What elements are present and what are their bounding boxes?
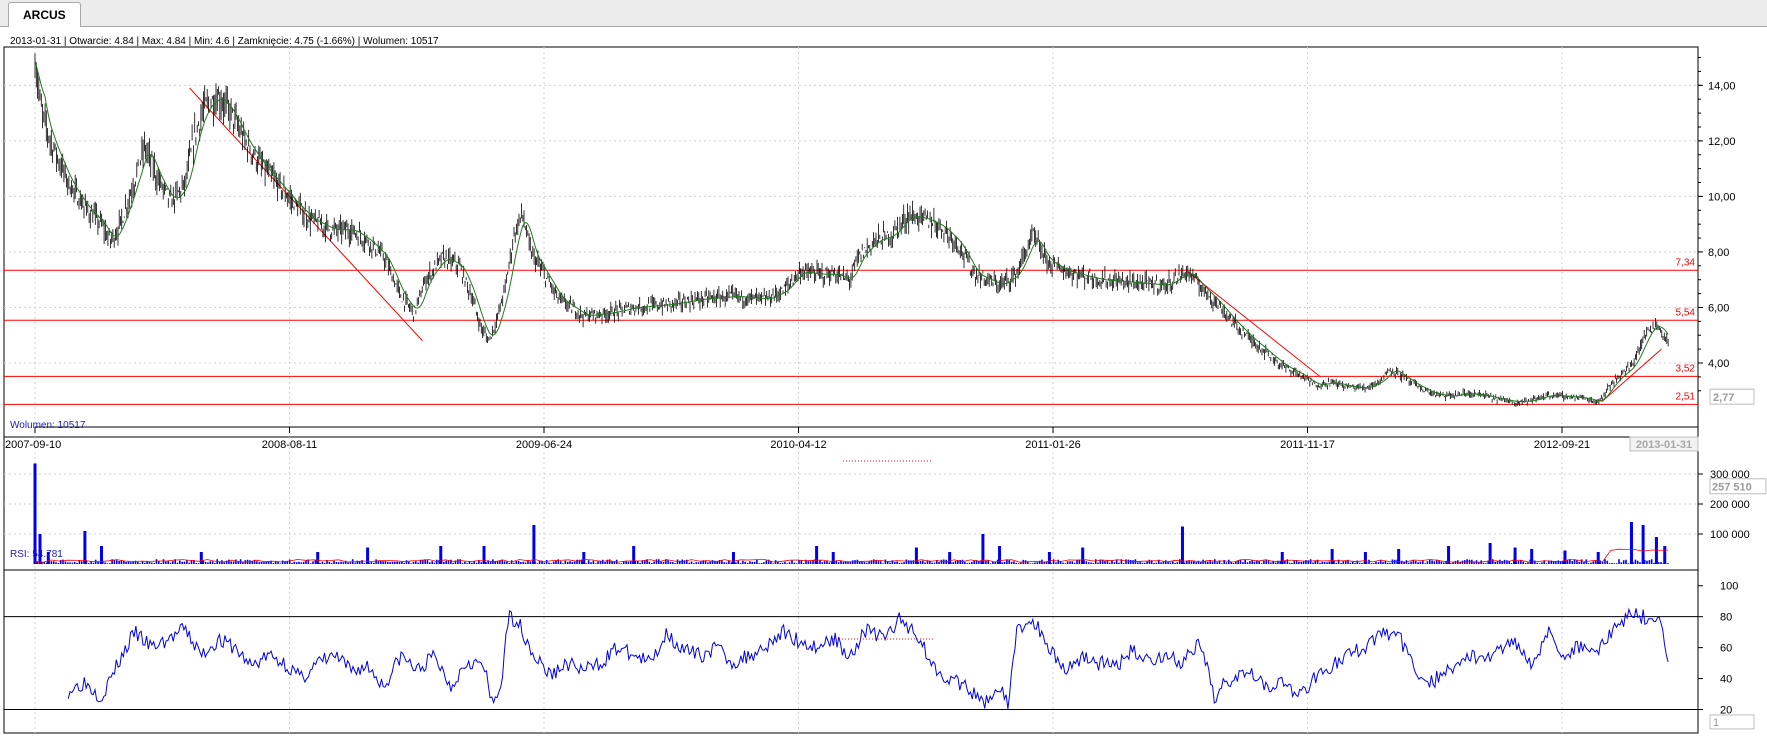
volume-spike bbox=[482, 546, 486, 564]
current-rsi-label: 1 bbox=[1713, 717, 1719, 729]
x-tick-label: 2011-01-26 bbox=[1025, 439, 1080, 451]
volume-spike bbox=[1563, 550, 1567, 564]
volume-spike bbox=[731, 552, 735, 564]
x-tick-label: 2011-11-17 bbox=[1280, 439, 1335, 451]
y-tick-label: 8,00 bbox=[1708, 247, 1729, 259]
stock-chart-svg[interactable]: 2007-09-10 2008-08-11 2009-06-24 2010-04-12… bbox=[0, 27, 1767, 737]
volume-spike bbox=[1363, 552, 1367, 564]
volume-spike bbox=[83, 531, 87, 564]
volume-tick-label: 200 000 bbox=[1710, 499, 1750, 511]
level-label: 5,54 bbox=[1676, 307, 1696, 318]
volume-spike bbox=[1180, 526, 1184, 564]
volume-spike bbox=[1663, 546, 1667, 564]
rsi-tick-label: 60 bbox=[1720, 643, 1732, 655]
rsi-tick-label: 100 bbox=[1720, 581, 1738, 593]
rsi-tick-label: 40 bbox=[1720, 674, 1732, 686]
rsi-info-label: RSI: 54.781 bbox=[10, 549, 63, 560]
volume-spike bbox=[815, 546, 819, 564]
tab-arcus[interactable]: ARCUS bbox=[8, 2, 81, 27]
level-label: 2,51 bbox=[1676, 391, 1696, 402]
y-tick-label: 14,00 bbox=[1708, 80, 1736, 92]
volume-spike bbox=[1513, 547, 1517, 564]
volume-spike bbox=[199, 552, 203, 564]
level-label: 3,52 bbox=[1676, 363, 1696, 374]
volume-spike bbox=[1047, 552, 1051, 564]
x-tick-label: 2008-08-11 bbox=[262, 439, 317, 451]
y-tick-label: 12,00 bbox=[1708, 136, 1736, 148]
y-tick-label: 6,00 bbox=[1708, 302, 1729, 314]
volume-spike bbox=[532, 525, 536, 564]
volume-spike bbox=[1081, 547, 1085, 564]
x-tick-label: 2007-09-10 bbox=[5, 439, 61, 451]
x-tick-label: 2012-09-21 bbox=[1534, 439, 1590, 451]
volume-spike bbox=[1629, 522, 1633, 564]
volume-spike bbox=[1330, 549, 1334, 564]
level-label: 7,34 bbox=[1676, 257, 1696, 268]
volume-spike bbox=[316, 552, 320, 564]
price-info-label: 2013-01-31 | Otwarcie: 4.84 | Max: 4.84 … bbox=[10, 36, 439, 47]
volume-spike bbox=[914, 547, 918, 564]
volume-spike bbox=[1596, 552, 1600, 564]
volume-spike bbox=[1280, 552, 1284, 564]
chart-area[interactable]: 2007-09-10 2008-08-11 2009-06-24 2010-04-12… bbox=[0, 27, 1767, 737]
volume-tick-label: 100 000 bbox=[1710, 529, 1750, 541]
volume-info-label: Wolumen: 10517 bbox=[10, 420, 86, 431]
price-panel bbox=[3, 46, 1699, 439]
y-tick-label: 10,00 bbox=[1708, 191, 1736, 203]
rsi-tick-label: 80 bbox=[1720, 612, 1732, 624]
volume-spike bbox=[1447, 546, 1451, 564]
x-tick-label: 2009-06-24 bbox=[516, 439, 572, 451]
current-volume-label: 257 510 bbox=[1712, 482, 1752, 494]
x-tick-label: 2010-04-12 bbox=[770, 439, 826, 451]
current-date-label: 2013-01-31 bbox=[1636, 439, 1692, 451]
current-price-label: 2,77 bbox=[1713, 392, 1734, 404]
volume-spike bbox=[1641, 525, 1645, 564]
volume-spike bbox=[582, 552, 586, 564]
y-tick-label: 4,00 bbox=[1708, 358, 1729, 370]
tab-bar: ARCUS bbox=[0, 0, 1767, 27]
volume-spike bbox=[981, 534, 985, 564]
volume-spike bbox=[948, 552, 952, 564]
volume-spike bbox=[831, 552, 835, 564]
